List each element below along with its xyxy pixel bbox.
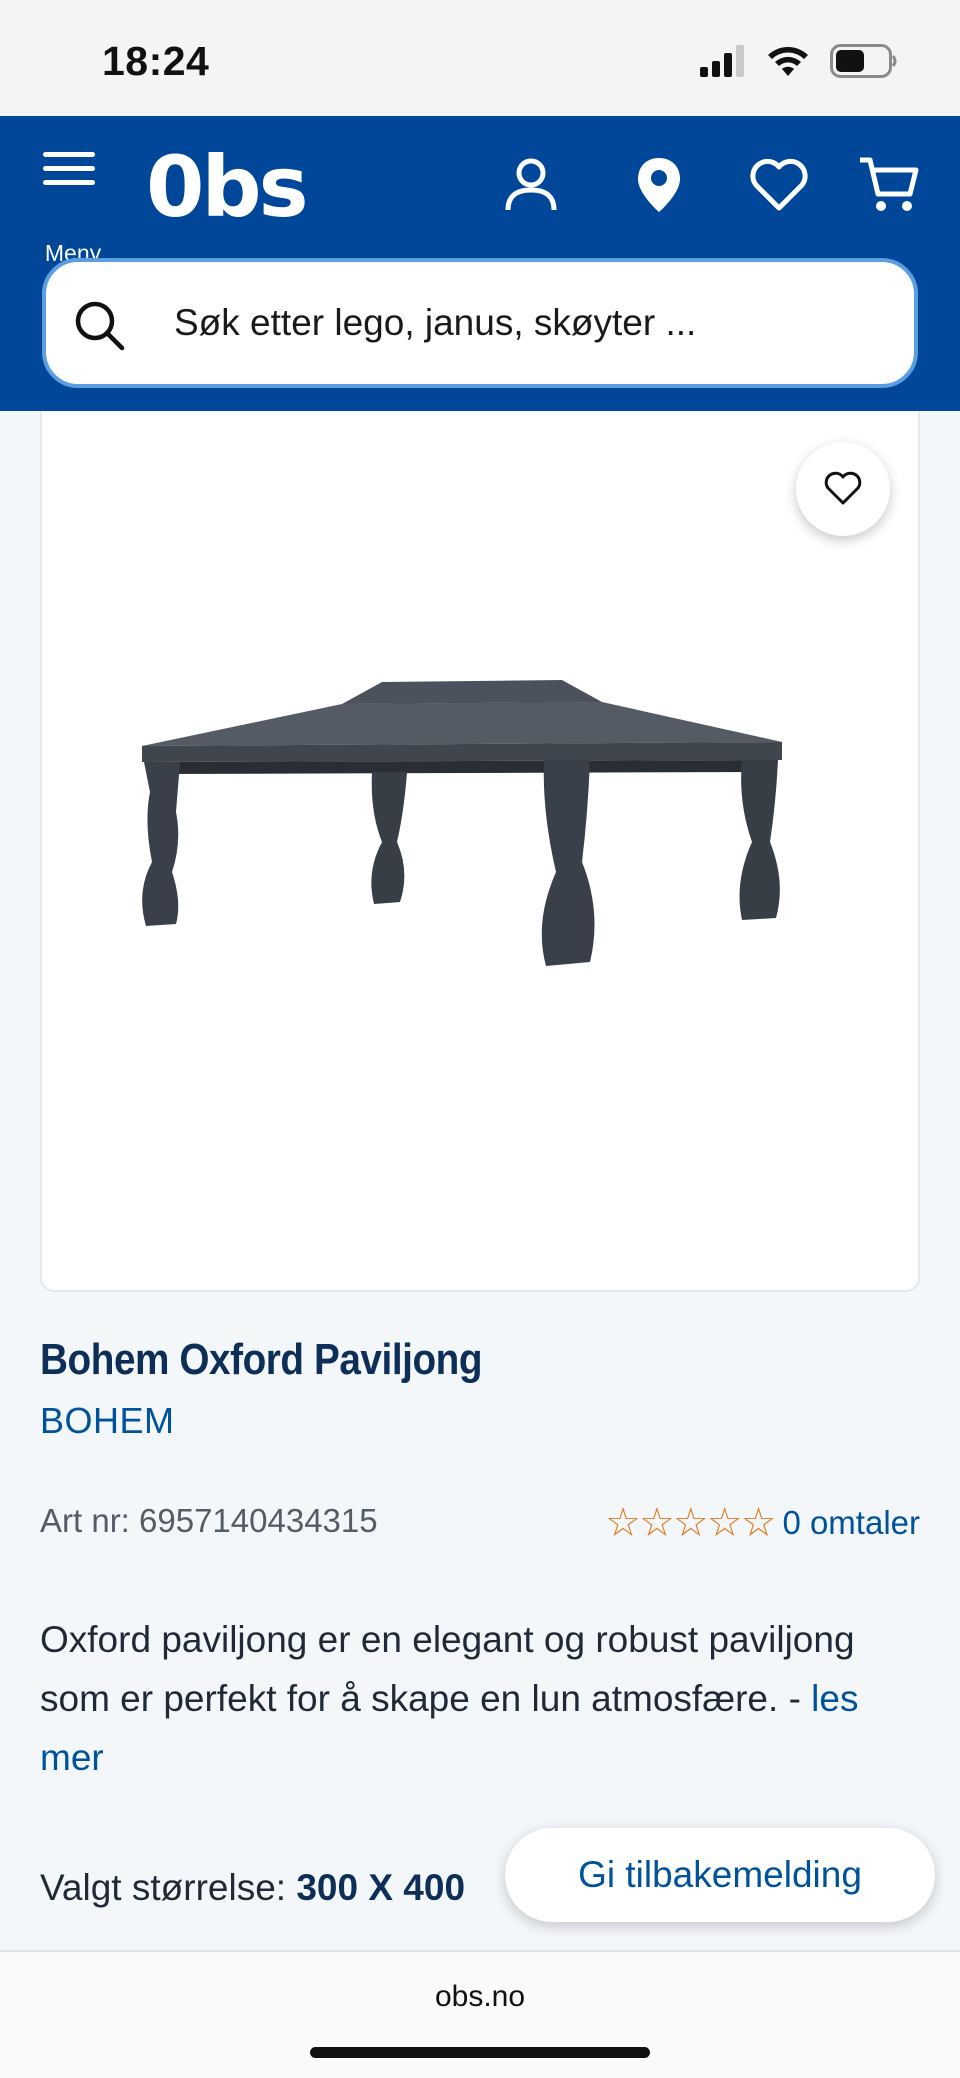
product-title: Bohem Oxford Paviljong (40, 1335, 483, 1384)
add-to-wishlist-button[interactable] (796, 442, 890, 536)
wishlist-heart-icon[interactable] (748, 154, 810, 216)
search-input[interactable] (174, 262, 874, 384)
rating-stars-icon: ☆☆☆☆☆ (605, 1501, 776, 1545)
product-brand-link[interactable]: BOHEM (40, 1400, 175, 1442)
reviews-count-link[interactable]: 0 omtaler (782, 1504, 920, 1542)
status-time: 18:24 (102, 38, 210, 84)
browser-address-bar: obs.no (0, 1950, 960, 2078)
home-indicator[interactable] (310, 2047, 650, 2058)
product-image-card (40, 412, 920, 1292)
selected-size: Valgt størrelse: 300 X 400 (40, 1867, 465, 1909)
signal-icon (700, 45, 744, 77)
obs-logo[interactable]: 0bs (146, 138, 309, 236)
product-description: Oxford paviljong er en elegant og robust… (40, 1610, 900, 1787)
battery-icon (830, 44, 897, 78)
status-bar: 18:24 (0, 0, 960, 116)
feedback-button[interactable]: Gi tilbakemelding (505, 1828, 935, 1922)
heart-icon (824, 471, 862, 505)
store-location-icon[interactable] (628, 154, 690, 216)
search-icon (75, 301, 125, 351)
size-label: Valgt størrelse: (40, 1867, 297, 1908)
rating-summary[interactable]: ☆☆☆☆☆ 0 omtaler (605, 1500, 920, 1546)
product-image-gazebo[interactable] (142, 662, 822, 1102)
account-icon[interactable] (500, 154, 562, 216)
wifi-icon (768, 47, 808, 76)
hamburger-icon (40, 152, 98, 185)
menu-button[interactable]: Meny (40, 152, 101, 266)
site-header: Meny 0bs (0, 116, 960, 411)
status-icons (698, 44, 898, 78)
description-text: Oxford paviljong er en elegant og robust… (40, 1619, 855, 1719)
cart-icon[interactable] (858, 154, 920, 216)
search-box[interactable] (42, 258, 918, 388)
article-number: Art nr: 6957140434315 (40, 1502, 378, 1539)
url-text[interactable]: obs.no (0, 1980, 960, 2014)
size-value: 300 X 400 (296, 1867, 466, 1908)
